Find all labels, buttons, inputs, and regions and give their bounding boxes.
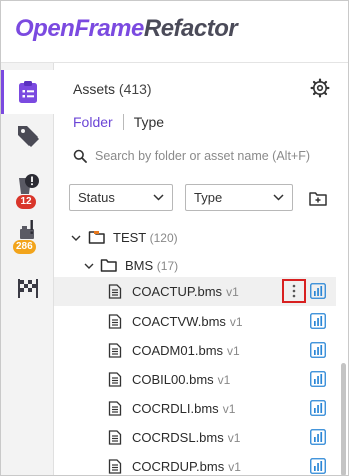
- search-icon: [73, 149, 87, 163]
- type-filter-label: Type: [194, 190, 223, 205]
- add-folder-icon[interactable]: [307, 187, 329, 209]
- chevron-down-icon[interactable]: [71, 233, 81, 243]
- assets-heading: Assets (413): [73, 81, 152, 97]
- file-name: COADM01.bms: [132, 343, 224, 358]
- left-nav-rail: 12 286: [1, 63, 54, 475]
- app-logo: OpenFrameRefactor: [15, 15, 238, 43]
- folder-count: (120): [149, 231, 178, 245]
- tree-folder-test[interactable]: TEST (120): [54, 223, 336, 252]
- bar-chart-icon[interactable]: [310, 313, 326, 329]
- file-label: COADM01.bms v1: [132, 343, 240, 358]
- file-name: COACTUP.bms: [132, 284, 223, 299]
- logo-part-openframe: OpenFrame: [15, 15, 144, 42]
- assets-panel: Assets (413) Folder Type Search by folde…: [54, 63, 348, 475]
- assets-title: Assets: [73, 81, 116, 97]
- file-label: COCRDUP.bms v1: [132, 459, 241, 474]
- document-icon: [108, 372, 122, 387]
- chevron-down-icon[interactable]: [84, 261, 94, 271]
- file-label: COCRDSL.bms v1: [132, 430, 240, 445]
- tree-file-row[interactable]: COCRDUP.bms v1: [54, 452, 336, 475]
- tree-folder-label: BMS (17): [125, 258, 178, 273]
- issues-count-badge: 12: [16, 195, 36, 209]
- file-version: v1: [227, 431, 241, 445]
- document-icon: [108, 284, 122, 299]
- bar-chart-icon[interactable]: [310, 371, 326, 387]
- file-label: COACTVW.bms v1: [132, 314, 243, 329]
- type-filter-dropdown[interactable]: Type: [185, 184, 293, 211]
- chevron-down-icon: [273, 194, 284, 201]
- file-version: v1: [226, 285, 239, 299]
- app-window: OpenFrameRefactor 12 286 Assets (413) Fo…: [0, 0, 349, 476]
- tab-divider: [122, 114, 124, 130]
- logo-part-refactor: Refactor: [143, 15, 238, 42]
- document-icon: [108, 430, 122, 445]
- file-label: COACTUP.bms v1: [132, 284, 239, 299]
- view-tabs: Folder Type: [73, 114, 164, 130]
- more-options-button[interactable]: [282, 279, 306, 303]
- rail-item-assets[interactable]: [1, 70, 54, 114]
- file-version: v1: [229, 315, 243, 329]
- file-name: COBIL00.bms: [132, 372, 214, 387]
- tree-file-row[interactable]: COCRDLI.bms v1: [54, 394, 336, 423]
- rail-item-tags[interactable]: [1, 114, 54, 158]
- folder-name: TEST: [113, 230, 146, 245]
- more-vertical-icon: [292, 284, 296, 298]
- tree-folder-label: TEST (120): [113, 230, 178, 245]
- tree-file-row[interactable]: COACTVW.bms v1: [54, 307, 336, 336]
- folder-icon: [100, 259, 117, 272]
- document-icon: [108, 314, 122, 329]
- file-version: v1: [222, 402, 236, 416]
- file-version: v1: [228, 460, 241, 474]
- file-name: COCRDUP.bms: [132, 459, 225, 474]
- tag-icon: [17, 126, 39, 147]
- app-header: OpenFrameRefactor: [1, 1, 348, 63]
- tree-folder-bms[interactable]: BMS (17): [54, 251, 336, 280]
- tree-file-row[interactable]: COADM01.bms v1: [54, 336, 336, 365]
- vertical-scrollbar-thumb[interactable]: [341, 363, 346, 475]
- tree-file-row[interactable]: COBIL00.bms v1: [54, 365, 336, 394]
- document-icon: [108, 343, 122, 358]
- search-input[interactable]: [95, 149, 335, 163]
- gear-icon[interactable]: [310, 78, 330, 98]
- bar-chart-icon[interactable]: [310, 283, 326, 299]
- rail-item-milestones[interactable]: [1, 266, 54, 310]
- tab-type[interactable]: Type: [134, 114, 164, 130]
- bar-chart-icon[interactable]: [310, 400, 326, 416]
- file-name: COACTVW.bms: [132, 314, 226, 329]
- file-name: COCRDLI.bms: [132, 401, 219, 416]
- folder-count: (17): [156, 259, 179, 273]
- tree-file-row[interactable]: COACTUP.bms v1: [54, 277, 336, 306]
- assets-count: (413): [118, 81, 152, 97]
- checkered-flag-icon: [17, 279, 38, 298]
- rail-item-warnings[interactable]: 286: [1, 209, 54, 254]
- file-label: COBIL00.bms v1: [132, 372, 230, 387]
- document-icon: [108, 401, 122, 416]
- warnings-count-badge: 286: [13, 240, 36, 254]
- rail-item-issues[interactable]: 12: [1, 163, 54, 209]
- file-version: v1: [217, 373, 231, 387]
- file-version: v1: [227, 344, 240, 358]
- tab-folder[interactable]: Folder: [73, 114, 113, 130]
- status-filter-label: Status: [78, 190, 115, 205]
- folder-name: BMS: [125, 258, 154, 273]
- bar-chart-icon[interactable]: [310, 342, 326, 358]
- chevron-down-icon: [153, 194, 164, 201]
- file-name: COCRDSL.bms: [132, 430, 224, 445]
- search-bar: [73, 145, 343, 167]
- tree-file-row[interactable]: COCRDSL.bms v1: [54, 423, 336, 452]
- folder-open-icon: [88, 231, 105, 244]
- document-icon: [108, 459, 122, 474]
- bar-chart-icon[interactable]: [310, 458, 326, 474]
- bar-chart-icon[interactable]: [310, 429, 326, 445]
- clipboard-list-icon: [18, 81, 37, 103]
- status-filter-dropdown[interactable]: Status: [69, 184, 173, 211]
- file-label: COCRDLI.bms v1: [132, 401, 235, 416]
